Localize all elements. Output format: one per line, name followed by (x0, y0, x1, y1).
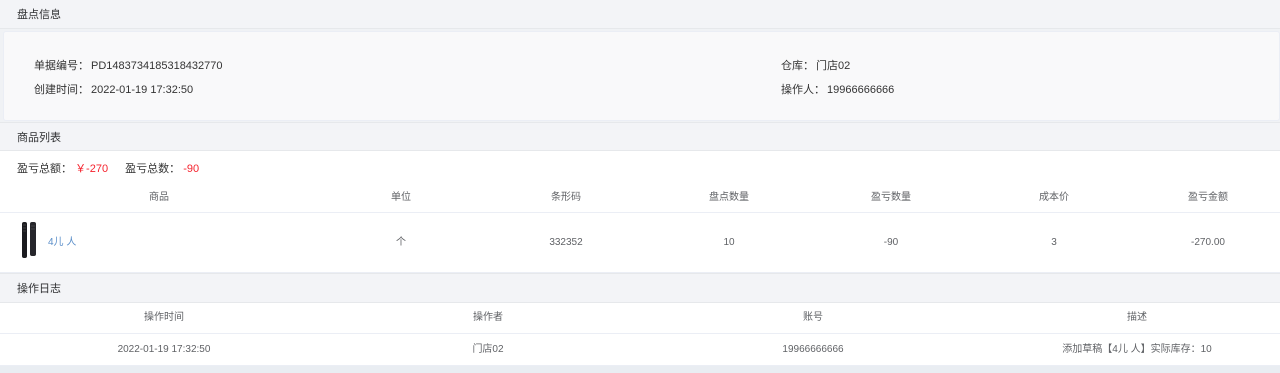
loss-count-label: 盈亏总数： (125, 163, 181, 175)
col-op-desc: 描述 (1127, 312, 1147, 323)
col-op-operator: 操作者 (473, 312, 503, 323)
bottom-strip (0, 366, 1280, 373)
cell-loss-amount: -270.00 (1191, 237, 1225, 248)
doc-no-row: 单据编号： PD1483734185318432770 (34, 57, 223, 73)
operator-value: 19966666666 (827, 84, 895, 96)
col-count-qty: 盘点数量 (709, 192, 749, 203)
col-product: 商品 (149, 192, 169, 203)
cell-unit: 个 (396, 237, 406, 248)
op-log-header: 操作日志 (0, 273, 1280, 303)
cell-barcode: 332352 (549, 237, 583, 248)
cell-op-account: 19966666666 (782, 344, 844, 355)
operator-row: 操作人： 19966666666 (781, 81, 894, 97)
doc-no-value: PD1483734185318432770 (91, 60, 223, 72)
col-op-account: 账号 (803, 312, 823, 323)
op-log-title: 操作日志 (17, 283, 61, 295)
cell-count-qty: 10 (723, 237, 735, 248)
inventory-info-card (3, 31, 1280, 121)
table-row[interactable]: 4儿 人 个 332352 10 -90 3 -270.00 (0, 213, 1280, 273)
created-value: 2022-01-19 17:32:50 (91, 84, 194, 96)
warehouse-row: 仓库： 门店02 (781, 57, 850, 73)
product-list-title: 商品列表 (17, 131, 61, 144)
product-list-header: 商品列表 (0, 122, 1280, 151)
warehouse-label: 仓库： (781, 60, 814, 72)
loss-amount-label: 盈亏总额： (17, 163, 72, 175)
product-table-header: 商品 单位 条形码 盘点数量 盈亏数量 成本价 盈亏金额 (0, 183, 1280, 213)
col-barcode: 条形码 (551, 192, 581, 203)
cell-cost: 3 (1051, 237, 1057, 248)
product-name-link[interactable]: 4儿 人 (48, 213, 76, 273)
cell-op-desc: 添加草稿【4儿 人】实际库存：10 (1062, 344, 1212, 355)
col-op-time: 操作时间 (144, 312, 184, 323)
cell-op-time: 2022-01-19 17:32:50 (117, 344, 211, 355)
doc-no-label: 单据编号： (34, 60, 89, 72)
hair-comb-image (22, 222, 36, 258)
cell-op-operator: 门店02 (472, 344, 504, 355)
col-unit: 单位 (391, 192, 411, 203)
created-row: 创建时间： 2022-01-19 17:32:50 (34, 81, 193, 97)
table-row: 2022-01-19 17:32:50 门店02 19966666666 添加草… (0, 334, 1280, 366)
loss-count-value: -90 (183, 163, 200, 175)
loss-totals: 盈亏总额： ￥-270 盈亏总数： -90 (17, 160, 199, 176)
col-cost: 成本价 (1039, 192, 1069, 203)
operator-label: 操作人： (781, 84, 825, 96)
col-loss-amount: 盈亏金额 (1188, 192, 1228, 203)
warehouse-value: 门店02 (816, 60, 851, 72)
inventory-info-header: 盘点信息 (0, 0, 1280, 29)
cell-loss-qty: -90 (883, 237, 899, 248)
created-label: 创建时间： (34, 84, 89, 96)
loss-amount-value: ￥-270 (75, 163, 109, 175)
op-log-table-header: 操作时间 操作者 账号 描述 (0, 303, 1280, 334)
inventory-info-title: 盘点信息 (17, 9, 61, 21)
col-loss-qty: 盈亏数量 (871, 192, 911, 203)
